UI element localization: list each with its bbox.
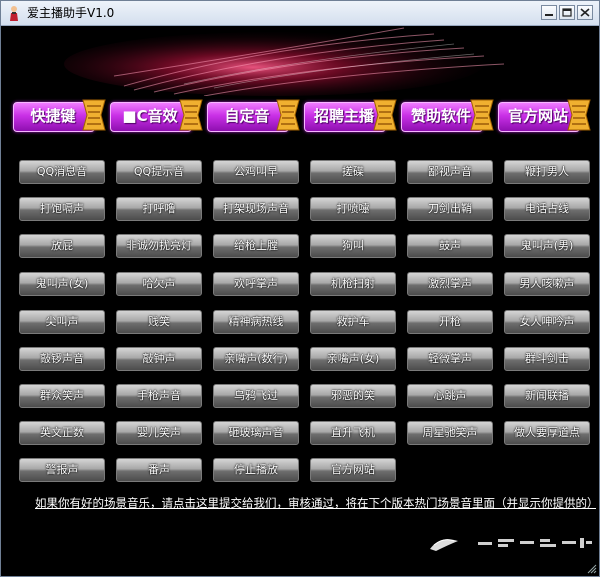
brand-logo [430, 538, 592, 551]
sound-button[interactable]: 番声 [116, 458, 202, 482]
ribbon-badge-icon [470, 99, 494, 131]
ribbon-badge-icon [373, 99, 397, 131]
sound-button[interactable]: 男人咳嗽声 [504, 272, 590, 296]
sound-button[interactable]: 搓碟 [310, 160, 396, 184]
sound-button[interactable]: 女人呻吟声 [504, 310, 590, 334]
sound-button[interactable]: QQ消息音 [19, 160, 105, 184]
sound-button[interactable]: 哈欠声 [116, 272, 202, 296]
sound-button[interactable]: 亲嘴声(女) [310, 347, 396, 371]
sound-button[interactable]: 非诚勿扰亮灯 [116, 234, 202, 258]
ribbon-badge-icon [82, 99, 106, 131]
nav-hotkeys-button[interactable]: 快捷键 [13, 98, 107, 134]
resize-grip-icon[interactable] [587, 564, 597, 574]
sound-button[interactable]: 救护车 [310, 310, 396, 334]
sound-button[interactable]: 轻微掌声 [407, 347, 493, 371]
sound-button[interactable]: 鬼叫声(男) [504, 234, 590, 258]
app-icon [10, 6, 18, 21]
maximize-icon [562, 8, 572, 17]
sound-button[interactable]: QQ提示音 [116, 160, 202, 184]
official-site-button[interactable]: 官方网站 [310, 458, 396, 482]
ribbon-badge-icon [567, 99, 591, 131]
sound-button[interactable]: 欢呼掌声 [213, 272, 299, 296]
minimize-icon [545, 14, 553, 16]
sound-button[interactable]: 打喷嚏 [310, 197, 396, 221]
sound-button[interactable]: 做人要厚道点 [504, 421, 590, 445]
window-title: 爱主播助手V1.0 [27, 6, 115, 20]
sound-button[interactable]: 打饱嗝声 [19, 197, 105, 221]
sound-button[interactable]: 鬼叫声(女) [19, 272, 105, 296]
sound-button[interactable]: 狗叫 [310, 234, 396, 258]
sound-button[interactable]: 打呼噜 [116, 197, 202, 221]
sound-button[interactable]: 刀剑出鞘 [407, 197, 493, 221]
sound-button[interactable]: 鞭打男人 [504, 160, 590, 184]
sound-button[interactable]: 手枪声音 [116, 384, 202, 408]
banner-graphic [4, 26, 596, 96]
top-navigation: 快捷键 ■C音效 自定音 招聘主播 赞助软件 官方网站 [4, 98, 596, 136]
nav-custom-sound-button[interactable]: 自定音 [207, 98, 301, 134]
sound-button[interactable]: 群斗剑击 [504, 347, 590, 371]
nav-sound-effects-button[interactable]: ■C音效 [110, 98, 204, 134]
minimize-button[interactable] [541, 5, 557, 20]
sound-button[interactable]: 英文正数 [19, 421, 105, 445]
ribbon-badge-icon [276, 99, 300, 131]
sound-button[interactable]: 公鸡叫早 [213, 160, 299, 184]
sound-button[interactable]: 敲钟声 [116, 347, 202, 371]
sound-button[interactable]: 警报声 [19, 458, 105, 482]
sound-button[interactable]: 婴儿笑声 [116, 421, 202, 445]
maximize-button[interactable] [559, 5, 575, 20]
close-icon [580, 8, 590, 17]
sound-button[interactable]: 直升飞机 [310, 421, 396, 445]
sound-button[interactable]: 砸玻璃声音 [213, 421, 299, 445]
sound-button[interactable]: 周星驰笑声 [407, 421, 493, 445]
sound-button[interactable]: 放屁 [19, 234, 105, 258]
sound-button[interactable]: 开枪 [407, 310, 493, 334]
sound-button[interactable]: 心跳声 [407, 384, 493, 408]
sound-button[interactable]: 敲锣声音 [19, 347, 105, 371]
sound-button[interactable]: 亲嘴声(数行) [213, 347, 299, 371]
sound-button[interactable]: 给枪上膛 [213, 234, 299, 258]
sound-button[interactable]: 邪恶的笑 [310, 384, 396, 408]
ribbon-badge-icon [179, 99, 203, 131]
stop-playback-button[interactable]: 停止播放 [213, 458, 299, 482]
sound-button[interactable]: 打架现场声音 [213, 197, 299, 221]
sound-button[interactable]: 激烈掌声 [407, 272, 493, 296]
sound-button[interactable]: 电话占线 [504, 197, 590, 221]
sound-button[interactable]: 新闻联播 [504, 384, 590, 408]
title-bar[interactable]: 爱主播助手V1.0 [1, 1, 599, 26]
sound-button[interactable]: 精神病热线 [213, 310, 299, 334]
sound-button[interactable]: 群众笑声 [19, 384, 105, 408]
sound-button[interactable]: 鼓声 [407, 234, 493, 258]
content-area: 快捷键 ■C音效 自定音 招聘主播 赞助软件 官方网站 QQ消息音 QQ提示音 … [4, 26, 596, 574]
nav-official-site-button[interactable]: 官方网站 [498, 98, 592, 134]
nav-recruit-host-button[interactable]: 招聘主播 [304, 98, 398, 134]
sound-button[interactable]: 乌鸦飞过 [213, 384, 299, 408]
sound-button[interactable]: 贱笑 [116, 310, 202, 334]
close-button[interactable] [577, 5, 593, 20]
sound-button[interactable]: 尖叫声 [19, 310, 105, 334]
nav-sponsor-button[interactable]: 赞助软件 [401, 98, 495, 134]
submit-sound-link[interactable]: 如果你有好的场景音乐，请点击这里提交给我们，审核通过，将在下个版本热门场景音里面… [35, 495, 596, 511]
sound-button[interactable]: 机枪扫射 [310, 272, 396, 296]
main-window: 爱主播助手V1.0 快捷键 ■C音效 自定音 招聘主播 赞助软件 官方网站 QQ… [0, 0, 600, 577]
sound-button[interactable]: 鄙视声音 [407, 160, 493, 184]
